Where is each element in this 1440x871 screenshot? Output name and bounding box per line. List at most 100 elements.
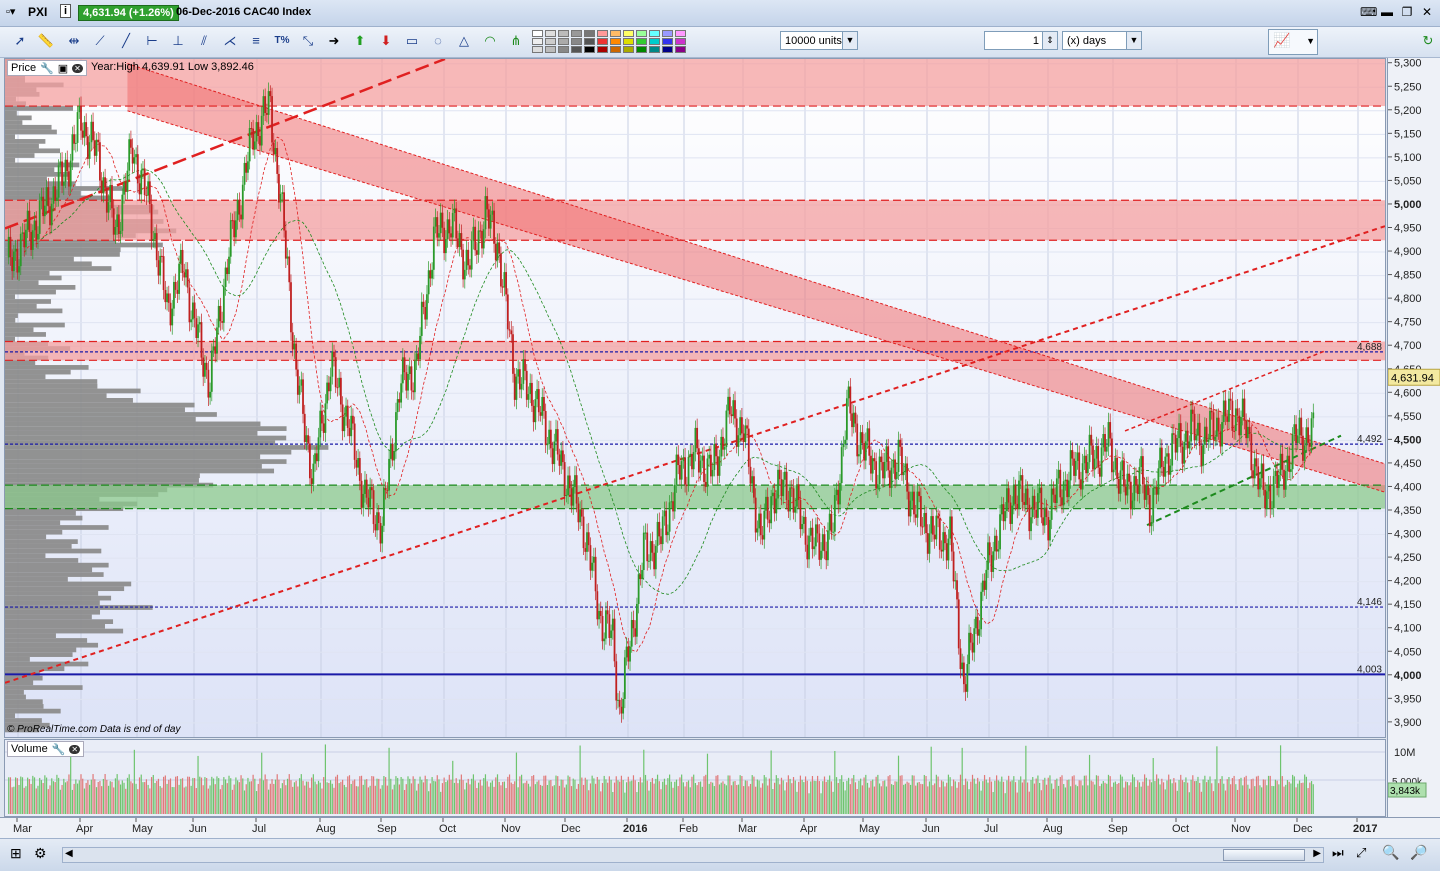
arc-icon[interactable]: ◠ — [480, 31, 500, 51]
palette-swatch[interactable] — [649, 38, 660, 45]
palette-swatch[interactable] — [571, 46, 582, 53]
zoom-out-icon[interactable]: 🔍 — [1382, 844, 1399, 861]
palette-swatch[interactable] — [584, 30, 595, 37]
resize-icon[interactable]: ⤡ — [298, 31, 318, 51]
info-icon[interactable]: i — [60, 4, 72, 18]
palette-swatch[interactable] — [610, 30, 621, 37]
candle-body — [992, 551, 995, 572]
palette-swatch[interactable] — [558, 46, 569, 53]
palette-swatch[interactable] — [610, 38, 621, 45]
horizontal-line-icon[interactable]: ⊢ — [142, 31, 162, 51]
arrow-up-icon[interactable]: ⬆ — [350, 31, 370, 51]
restore-button[interactable]: ❐ — [1400, 5, 1414, 19]
price-chart-panel[interactable]: 4,688 4,492 4,146 4,003 Price 🔧 ▣ ✕ Year:Hi… — [4, 58, 1386, 738]
palette-swatch[interactable] — [571, 30, 582, 37]
layout-icon[interactable]: ⊞ — [10, 845, 22, 862]
scroll-thumb[interactable] — [1223, 849, 1305, 861]
close-panel-icon[interactable]: ✕ — [69, 744, 81, 754]
palette-swatch[interactable] — [545, 46, 556, 53]
palette-swatch[interactable] — [649, 30, 660, 37]
percent-icon[interactable]: T% — [272, 31, 292, 51]
palette-swatch[interactable] — [545, 38, 556, 45]
candle-body — [100, 180, 103, 194]
chevron-down-icon[interactable]: ▼ — [1126, 32, 1141, 49]
palette-swatch[interactable] — [597, 30, 608, 37]
volume-panel[interactable]: Volume 🔧 ✕ — [4, 739, 1386, 817]
palette-swatch[interactable] — [597, 38, 608, 45]
palette-swatch[interactable] — [662, 30, 673, 37]
volume-bar — [775, 775, 777, 814]
palette-swatch[interactable] — [558, 30, 569, 37]
channel-icon[interactable]: ⫽ — [194, 31, 214, 51]
window-menu-icon[interactable]: ▫▾ — [6, 5, 15, 18]
palette-swatch[interactable] — [675, 30, 686, 37]
arrow-right-icon[interactable]: ➜ — [324, 31, 344, 51]
palette-swatch[interactable] — [623, 30, 634, 37]
keyboard-icon[interactable]: ⌨ — [1360, 5, 1377, 19]
indicators-icon[interactable]: ⚙ — [34, 845, 47, 862]
palette-swatch[interactable] — [636, 38, 647, 45]
chevron-down-icon[interactable]: ▼ — [842, 32, 857, 49]
time-scrollbar[interactable]: ◀ ▶ — [62, 847, 1324, 863]
palette-swatch[interactable] — [571, 38, 582, 45]
palette-swatch[interactable] — [662, 38, 673, 45]
units-select[interactable]: 10000 units ▼ — [780, 31, 858, 50]
palette-swatch[interactable] — [623, 38, 634, 45]
color-palette[interactable] — [532, 30, 686, 54]
fan-icon[interactable]: ⋌ — [220, 31, 240, 51]
palette-swatch[interactable] — [532, 46, 543, 53]
vertical-line-icon[interactable]: ⊥ — [168, 31, 188, 51]
level-label-m3: 4,146 — [1357, 597, 1382, 608]
arrow-down-icon[interactable]: ⬇ — [376, 31, 396, 51]
palette-swatch[interactable] — [610, 46, 621, 53]
palette-swatch[interactable] — [649, 46, 660, 53]
price-y-axis[interactable]: 5,300 5,250 5,200 5,150 5,100 5,050 5,000 4,950… — [1387, 58, 1440, 817]
instrument-symbol[interactable]: PXI — [28, 5, 47, 19]
palette-swatch[interactable] — [545, 30, 556, 37]
ruler-icon[interactable]: 📏 — [36, 31, 56, 51]
triangle-icon[interactable]: △ — [454, 31, 474, 51]
cursor-icon[interactable]: ➚ — [10, 31, 30, 51]
palette-swatch[interactable] — [662, 46, 673, 53]
candle-body — [1209, 410, 1211, 440]
horizontal-arrow-icon[interactable]: ⇹ — [64, 31, 84, 51]
volume-bar — [369, 785, 371, 814]
scroll-left-icon[interactable]: ◀ — [65, 848, 73, 859]
palette-swatch[interactable] — [675, 38, 686, 45]
palette-swatch[interactable] — [558, 38, 569, 45]
close-panel-icon[interactable]: ✕ — [72, 63, 83, 73]
volume-bar — [266, 779, 268, 814]
close-button[interactable]: ✕ — [1420, 5, 1434, 19]
time-x-axis[interactable]: Mar Apr May Jun Jul Aug Sep Oct Nov Dec 2016 Feb Mar… — [0, 817, 1440, 838]
wrench-icon[interactable]: 🔧 — [40, 62, 54, 75]
palette-swatch[interactable] — [584, 38, 595, 45]
stepper-icon[interactable]: ⇕ — [1042, 32, 1057, 49]
palette-swatch[interactable] — [623, 46, 634, 53]
palette-swatch[interactable] — [597, 46, 608, 53]
zoom-in-icon[interactable]: 🔎 — [1410, 844, 1427, 861]
period-input[interactable]: 1 ⇕ — [984, 31, 1058, 50]
lasso-icon[interactable]: ◌ — [428, 31, 448, 51]
maximize-icon[interactable]: ▣ — [58, 62, 68, 75]
palette-swatch[interactable] — [636, 30, 647, 37]
volume-bar — [183, 787, 185, 814]
palette-swatch[interactable] — [532, 38, 543, 45]
palette-swatch[interactable] — [532, 30, 543, 37]
palette-swatch[interactable] — [584, 46, 595, 53]
chart-type-button[interactable]: 📈 ▼ — [1268, 29, 1318, 55]
line-icon[interactable]: ╱ — [116, 31, 136, 51]
jump-end-icon[interactable]: ⏭ — [1332, 845, 1344, 861]
pitchfork-icon[interactable]: ⋔ — [506, 31, 526, 51]
expand-icon[interactable]: ⤢ — [1356, 845, 1366, 861]
period-unit-select[interactable]: (x) days ▼ — [1062, 31, 1142, 50]
scroll-right-icon[interactable]: ▶ — [1313, 848, 1321, 859]
rectangle-icon[interactable]: ▭ — [402, 31, 422, 51]
minimize-button[interactable]: ▬ — [1380, 5, 1394, 19]
palette-swatch[interactable] — [675, 46, 686, 53]
trendline-icon[interactable]: ⟋ — [90, 31, 110, 51]
fibonacci-icon[interactable]: ≡ — [246, 31, 266, 51]
palette-swatch[interactable] — [636, 46, 647, 53]
price-chart-svg[interactable]: 4,6884,4924,1464,003 — [5, 59, 1385, 737]
wrench-icon[interactable]: 🔧 — [52, 743, 66, 756]
refresh-icon[interactable]: ↻ — [1418, 31, 1438, 51]
